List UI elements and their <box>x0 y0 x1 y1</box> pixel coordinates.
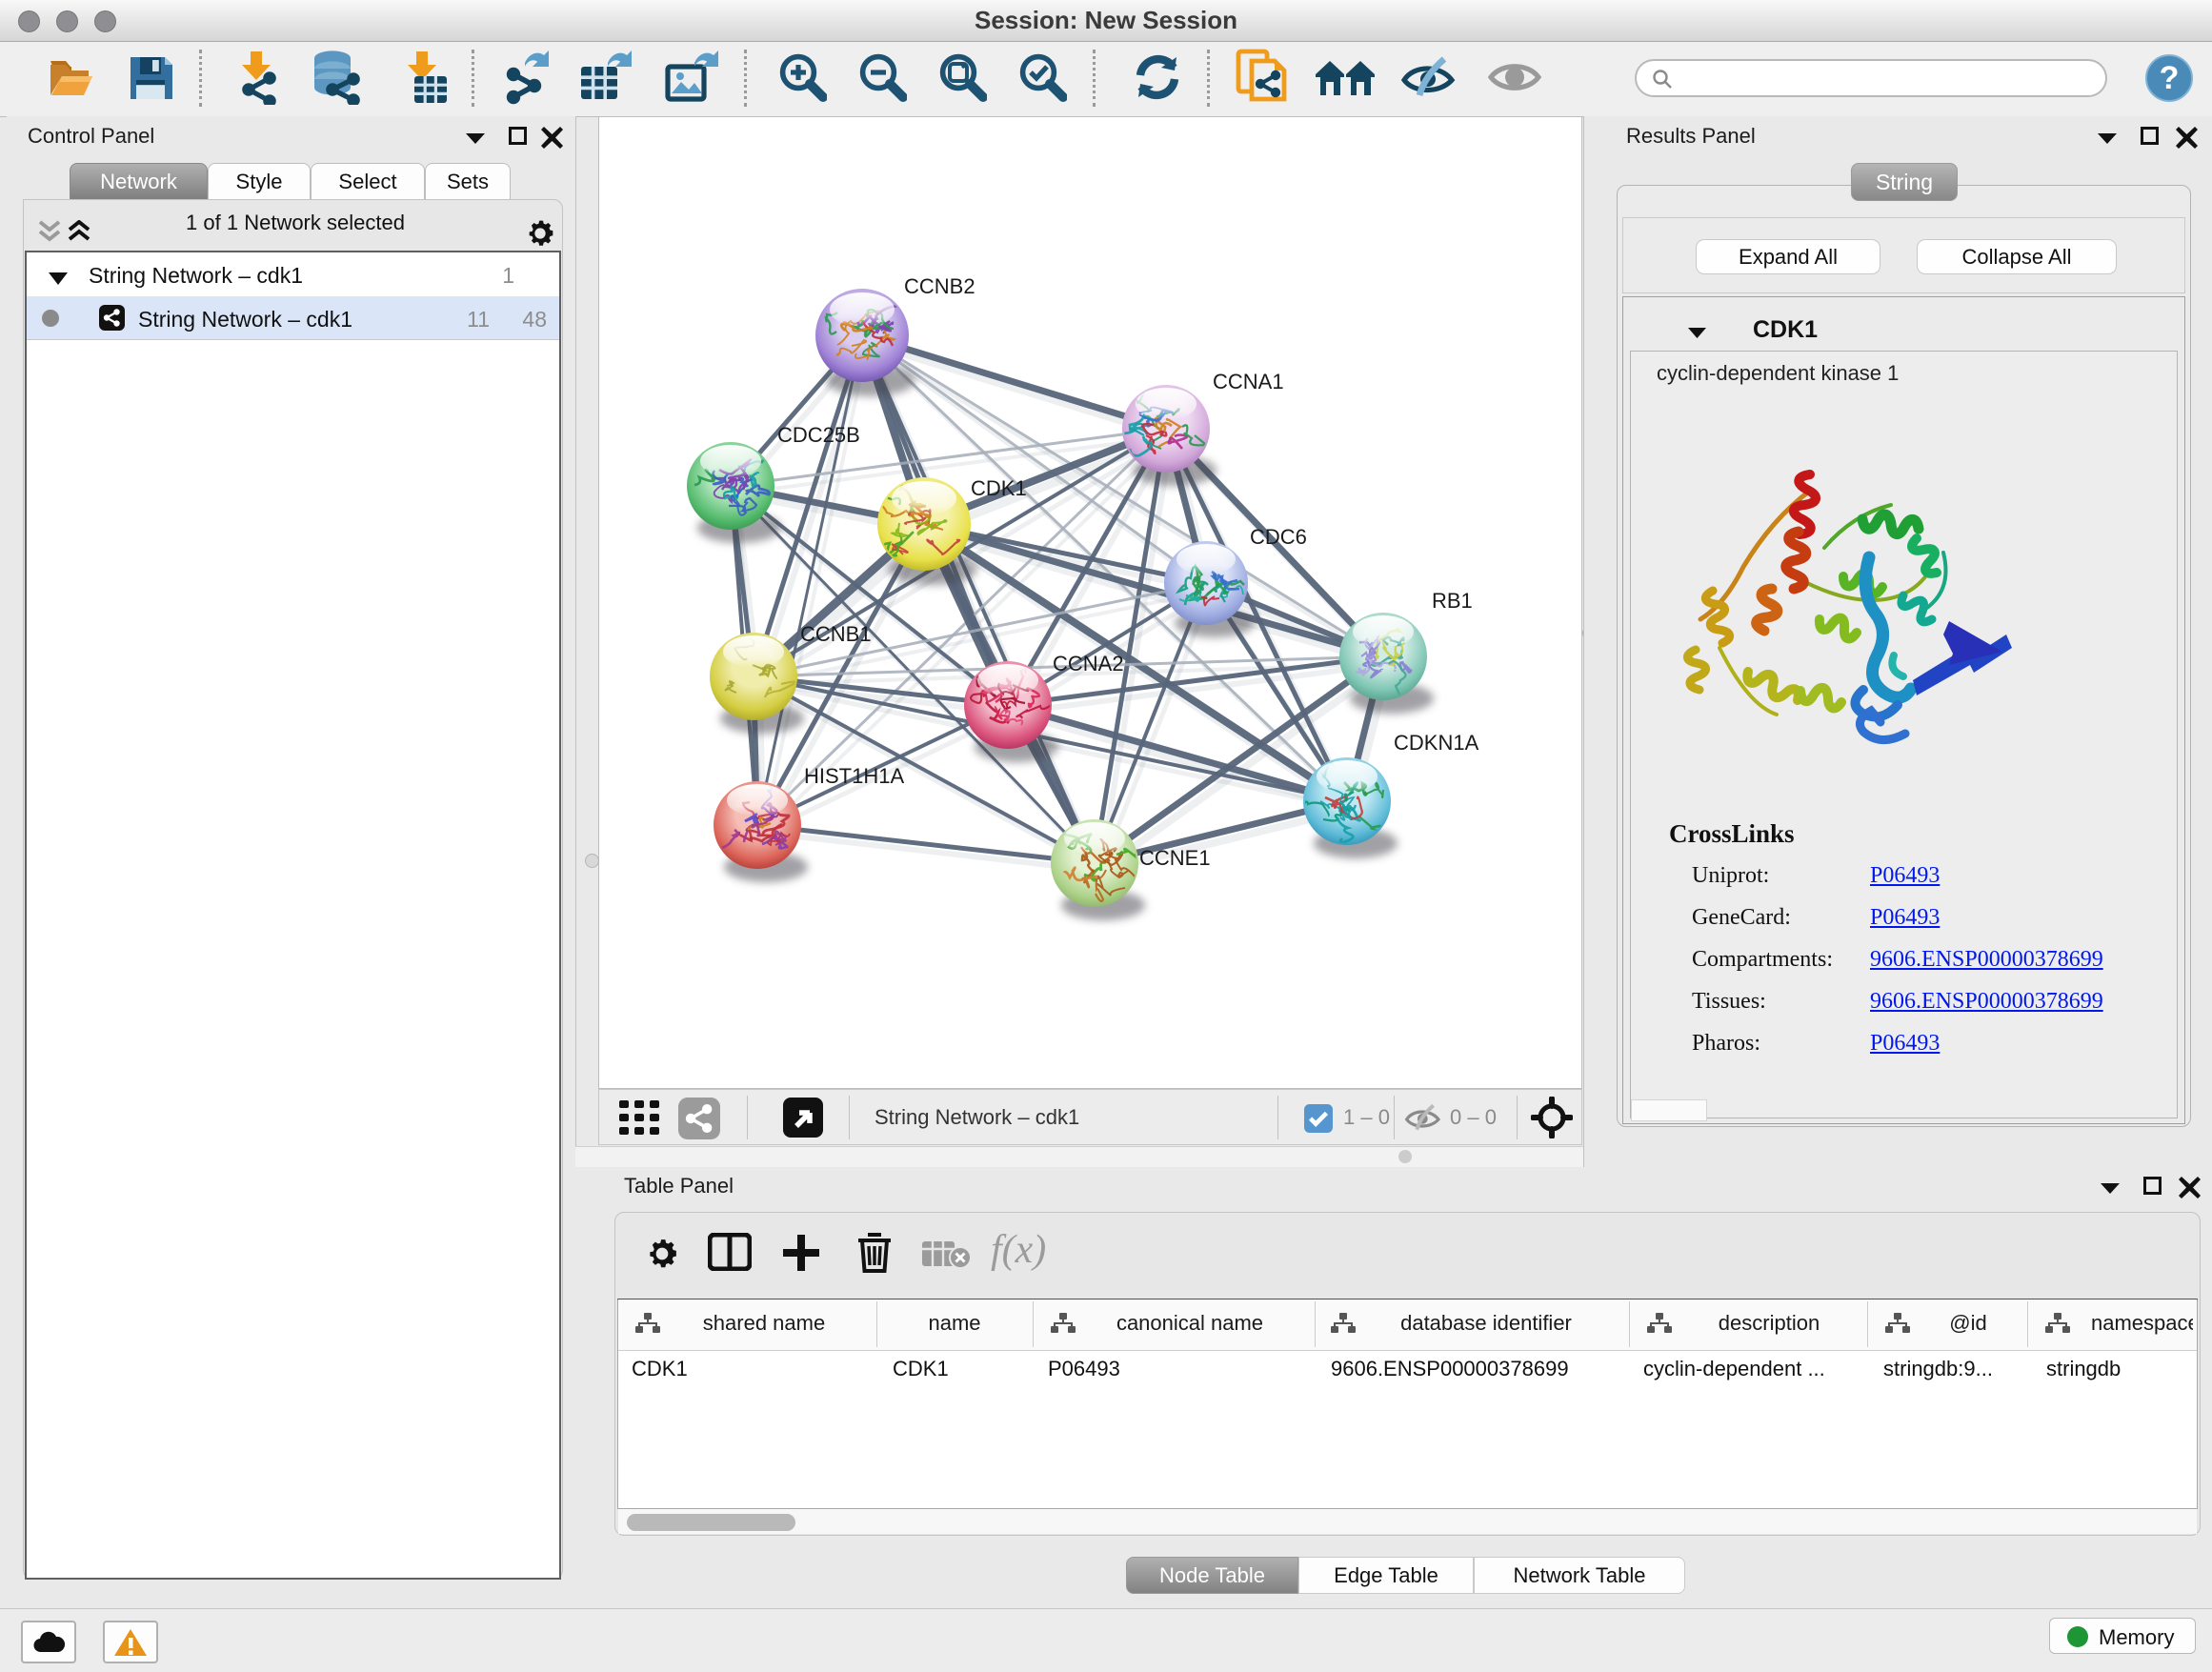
svg-text:CDC6: CDC6 <box>1250 525 1307 549</box>
svg-text:CDKN1A: CDKN1A <box>1394 731 1479 755</box>
svg-text:CCNB1: CCNB1 <box>800 622 872 646</box>
svg-text:RB1: RB1 <box>1432 589 1473 613</box>
svg-text:CDK1: CDK1 <box>971 476 1027 500</box>
svg-text:CDC25B: CDC25B <box>777 423 860 447</box>
svg-text:CCNB2: CCNB2 <box>904 274 975 298</box>
svg-text:CCNE1: CCNE1 <box>1139 846 1211 870</box>
svg-text:HIST1H1A: HIST1H1A <box>804 764 904 788</box>
svg-text:CCNA2: CCNA2 <box>1053 652 1124 675</box>
svg-text:CCNA1: CCNA1 <box>1213 370 1284 393</box>
